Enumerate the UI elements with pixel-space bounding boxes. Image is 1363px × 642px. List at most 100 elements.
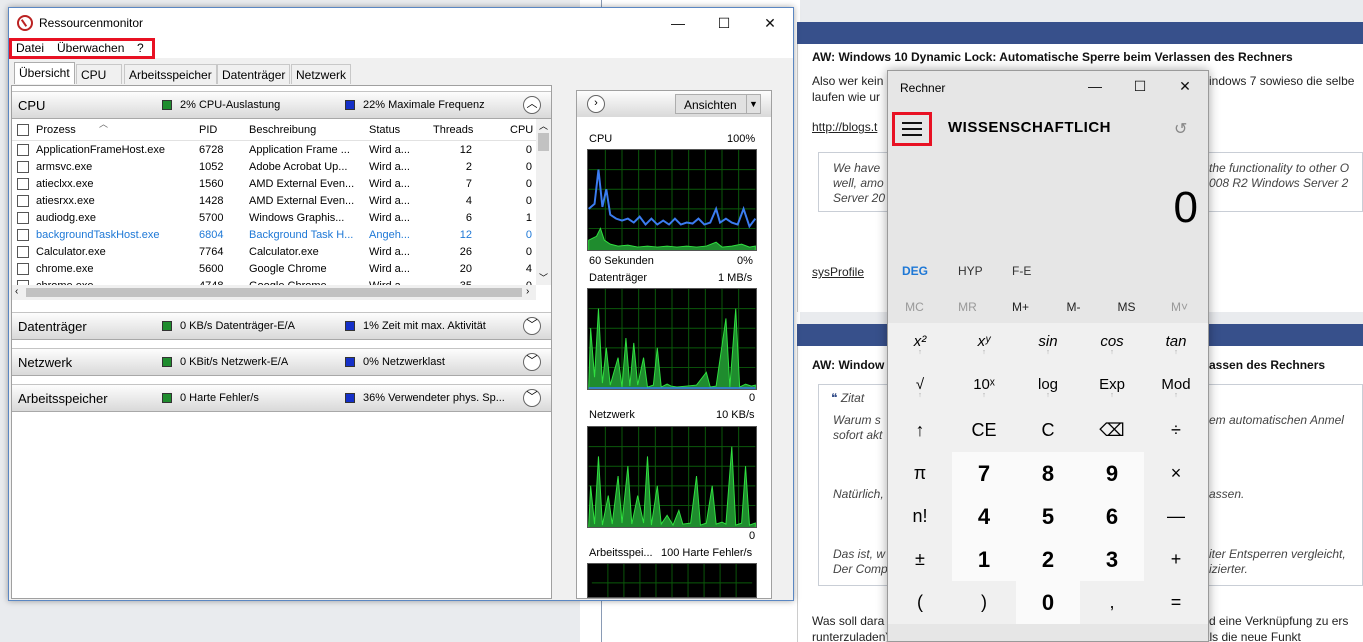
tab-datentraeger[interactable]: Datenträger	[217, 64, 291, 84]
row-checkbox[interactable]	[17, 178, 29, 190]
calc-key-1-4[interactable]: ×	[1144, 452, 1208, 495]
menu-datei[interactable]: Datei	[16, 41, 44, 55]
maximize-button[interactable]: ☐	[1117, 71, 1163, 103]
col-beschreibung[interactable]: Beschreibung	[249, 124, 316, 136]
digit-3-button[interactable]: 3	[1080, 538, 1144, 581]
calc-key-2-4[interactable]: —	[1144, 495, 1208, 538]
scroll-up-icon[interactable]: ︿	[539, 119, 548, 132]
digit-5-button[interactable]: 5	[1016, 495, 1080, 538]
maximize-button[interactable]: ☐	[701, 8, 747, 38]
memory-list-button[interactable]: M˅	[1153, 300, 1206, 314]
col-cpu[interactable]: CPU	[510, 124, 533, 136]
calc-key-4-3[interactable]: ,	[1080, 581, 1144, 624]
select-all-checkbox[interactable]	[17, 124, 29, 136]
memory-recall-button[interactable]: MR	[941, 300, 994, 314]
angle-deg-button[interactable]: DEG	[902, 264, 928, 278]
vertical-scrollbar[interactable]: ︿ ﹀	[536, 119, 551, 285]
title-bar[interactable]: Ressourcenmonitor — ☐ ✕	[9, 8, 793, 38]
sci-key-sci_row2-4[interactable]: Mod ↑	[1144, 366, 1208, 409]
row-checkbox[interactable]	[17, 195, 29, 207]
calc-key-4-0[interactable]: (	[888, 581, 952, 624]
sci-key-sci_row1-2[interactable]: sin ↑	[1016, 323, 1080, 366]
digit-4-button[interactable]: 4	[952, 495, 1016, 538]
digit-6-button[interactable]: 6	[1080, 495, 1144, 538]
digit-8-button[interactable]: 8	[1016, 452, 1080, 495]
calc-key-2-0[interactable]: n!	[888, 495, 952, 538]
tab-cpu[interactable]: CPU	[76, 64, 122, 84]
views-dropdown[interactable]: Ansichten ▼	[675, 94, 761, 114]
graph-scrollbar[interactable]	[775, 90, 791, 520]
calc-key-4-4[interactable]: =	[1144, 581, 1208, 624]
sci-key-sci_row1-3[interactable]: cos ↑	[1080, 323, 1144, 366]
col-threads[interactable]: Threads	[433, 124, 473, 136]
calc-key-0-4[interactable]: ÷	[1144, 409, 1208, 452]
memory-add-button[interactable]: M+	[994, 300, 1047, 314]
sci-key-sci_row2-0[interactable]: √ ↑	[888, 366, 952, 409]
close-button[interactable]: ✕	[747, 8, 793, 38]
table-row[interactable]: atieclxx.exe 1560 AMD External Even... Wird…	[12, 176, 536, 193]
row-checkbox[interactable]	[17, 263, 29, 275]
scroll-left-icon[interactable]: ‹	[15, 286, 18, 297]
row-checkbox[interactable]	[17, 161, 29, 173]
col-pid[interactable]: PID	[199, 124, 217, 136]
fe-button[interactable]: F-E	[1012, 264, 1031, 278]
network-section-header[interactable]: Netzwerk 0 KBit/s Netzwerk-E/A 0% Netzwe…	[12, 348, 551, 376]
sci-key-sci_row2-2[interactable]: log ↑	[1016, 366, 1080, 409]
horizontal-scrollbar[interactable]: ‹ ›	[12, 285, 536, 300]
calc-key-0-1[interactable]: CE	[952, 409, 1016, 452]
expand-down-icon[interactable]: ﹀	[523, 317, 541, 335]
tab-arbeitsspeicher[interactable]: Arbeitsspeicher	[124, 64, 217, 84]
row-checkbox[interactable]	[17, 229, 29, 241]
memory-subtract-button[interactable]: M-	[1047, 300, 1100, 314]
scroll-down-icon[interactable]: ﹀	[539, 271, 548, 284]
digit-1-button[interactable]: 1	[952, 538, 1016, 581]
digit-9-button[interactable]: 9	[1080, 452, 1144, 495]
sci-key-sci_row2-1[interactable]: 10ˣ ↑	[952, 366, 1016, 409]
collapse-up-icon[interactable]: ︿	[523, 96, 541, 114]
menu-help[interactable]: ?	[137, 41, 144, 55]
digit-0-button[interactable]: 0	[1016, 581, 1080, 624]
tab-uebersicht[interactable]: Übersicht	[14, 62, 75, 84]
memory-store-button[interactable]: MS	[1100, 300, 1153, 314]
memory-section-header[interactable]: Arbeitsspeicher 0 Harte Fehler/s 36% Ver…	[12, 384, 551, 412]
calc-key-0-0[interactable]: ↑	[888, 409, 952, 452]
digit-7-button[interactable]: 7	[952, 452, 1016, 495]
calc-key-3-0[interactable]: ±	[888, 538, 952, 581]
table-row[interactable]: armsvc.exe 1052 Adobe Acrobat Up... Wird a.…	[12, 159, 536, 176]
minimize-button[interactable]: —	[1072, 71, 1118, 103]
sci-key-sci_row1-1[interactable]: xʸ ↑	[952, 323, 1016, 366]
calc-key-1-0[interactable]: π	[888, 452, 952, 495]
collapse-graphs-icon[interactable]: ›	[587, 95, 605, 113]
scroll-thumb[interactable]	[538, 133, 549, 151]
hyp-button[interactable]: HYP	[958, 264, 983, 278]
row-checkbox[interactable]	[17, 144, 29, 156]
scroll-right-icon[interactable]: ›	[526, 286, 529, 297]
table-row[interactable]: ApplicationFrameHost.exe 6728 Application …	[12, 142, 536, 159]
table-row[interactable]: audiodg.exe 5700 Windows Graphis... Wird a.…	[12, 210, 536, 227]
signature-link[interactable]: sysProfile	[812, 265, 864, 279]
table-row[interactable]: atiesrxx.exe 1428 AMD External Even... Wird…	[12, 193, 536, 210]
digit-2-button[interactable]: 2	[1016, 538, 1080, 581]
hamburger-menu-button[interactable]	[892, 112, 932, 146]
calc-key-0-3[interactable]: ⌫	[1080, 409, 1144, 452]
calc-key-0-2[interactable]: C	[1016, 409, 1080, 452]
disk-section-header[interactable]: Datenträger 0 KB/s Datenträger-E/A 1% Ze…	[12, 312, 551, 340]
table-row[interactable]: chrome.exe 5600 Google Chrome Wird a... 20 4	[12, 261, 536, 278]
col-prozess[interactable]: Prozess	[36, 124, 76, 136]
memory-clear-button[interactable]: MC	[888, 300, 941, 314]
history-icon[interactable]: ↺	[1174, 119, 1187, 139]
scroll-thumb[interactable]	[26, 288, 522, 297]
post-link[interactable]: http://blogs.t	[812, 120, 877, 134]
sci-key-sci_row2-3[interactable]: Exp ↑	[1080, 366, 1144, 409]
menu-ueberwachen[interactable]: Überwachen	[57, 41, 124, 55]
sci-key-sci_row1-0[interactable]: x² ↑	[888, 323, 952, 366]
expand-down-icon[interactable]: ﹀	[523, 389, 541, 407]
col-status[interactable]: Status	[369, 124, 400, 136]
row-checkbox[interactable]	[17, 212, 29, 224]
tab-netzwerk[interactable]: Netzwerk	[291, 64, 352, 84]
cpu-section-header[interactable]: CPU 2% CPU-Auslastung 22% Maximale Frequ…	[12, 91, 551, 119]
table-row[interactable]: backgroundTaskHost.exe 6804 Background Tas…	[12, 227, 536, 244]
calc-key-3-4[interactable]: +	[1144, 538, 1208, 581]
table-row[interactable]: Calculator.exe 7764 Calculator.exe Wird a..…	[12, 244, 536, 261]
expand-down-icon[interactable]: ﹀	[523, 353, 541, 371]
